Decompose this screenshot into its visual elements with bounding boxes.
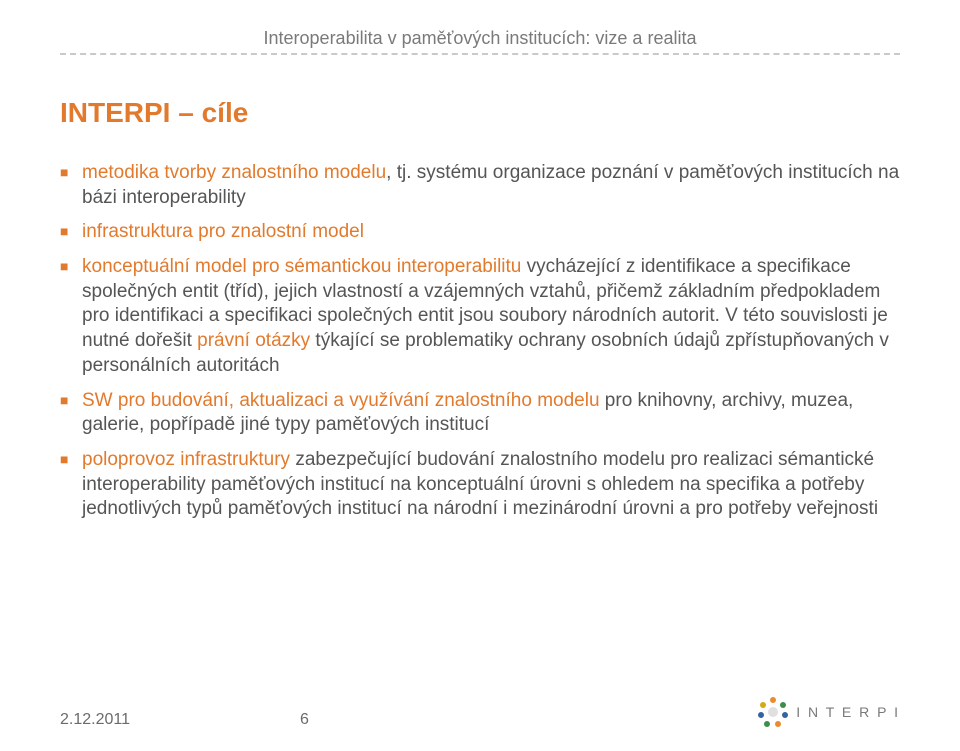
highlight-text: SW pro budování, aktualizaci a využívání… [82,390,600,411]
list-item: konceptuální model pro sémantickou inter… [60,255,900,378]
logo-icon [756,695,790,729]
page-title: INTERPI – cíle [60,97,900,129]
logo-text: I N T E R P I [796,704,900,720]
slide-page: Interoperabilita v paměťových institucíc… [0,0,960,751]
bullet-list: metodika tvorby znalostního modelu, tj. … [60,161,900,522]
list-item: infrastruktura pro znalostní model [60,220,900,245]
highlight-text: konceptuální model pro sémantickou inter… [82,256,521,277]
highlight-text: právní otázky [197,330,310,351]
header-title: Interoperabilita v paměťových institucíc… [60,28,900,49]
divider [60,53,900,55]
footer-date: 2.12.2011 [60,711,130,729]
list-item: SW pro budování, aktualizaci a využívání… [60,389,900,438]
highlight-text: infrastruktura pro znalostní model [82,221,364,242]
highlight-text: metodika tvorby znalostního modelu [82,162,386,183]
list-item: poloprovoz infrastruktury zabezpečující … [60,448,900,522]
footer: 2.12.2011 6 I N T E R P I [60,695,900,729]
footer-page-number: 6 [300,711,309,729]
highlight-text: poloprovoz infrastruktury [82,449,290,470]
logo: I N T E R P I [756,695,900,729]
list-item: metodika tvorby znalostního modelu, tj. … [60,161,900,210]
